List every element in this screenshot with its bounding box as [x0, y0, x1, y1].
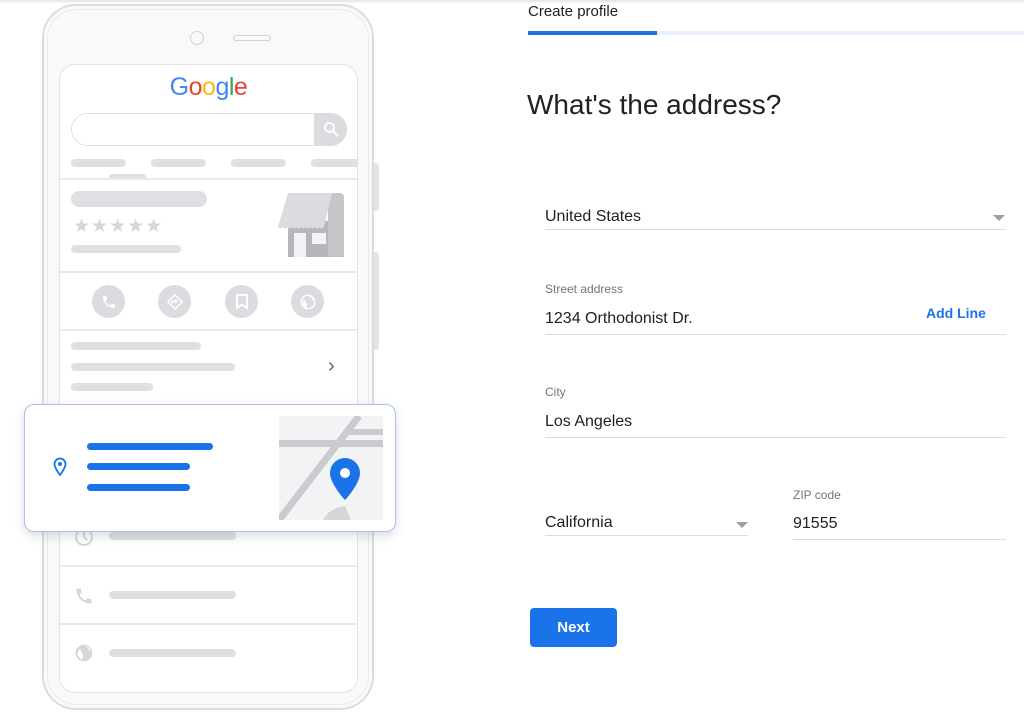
country-select[interactable]: United States — [545, 200, 1006, 230]
phone-speaker — [233, 35, 271, 41]
address-line-placeholder — [87, 443, 213, 450]
google-logo: Google — [60, 73, 357, 102]
street-address-value: 1234 Orthodonist Dr. — [545, 310, 693, 327]
progress-bar — [528, 31, 1024, 35]
city-value: Los Angeles — [545, 413, 633, 430]
top-shadow — [0, 0, 1024, 4]
hours-placeholder — [109, 532, 236, 540]
street-address-label: Street address — [545, 282, 624, 296]
phone-icon — [92, 285, 125, 318]
state-select[interactable]: California — [545, 508, 748, 536]
state-value: California — [545, 514, 613, 531]
info-placeholder — [71, 383, 153, 391]
next-button[interactable]: Next — [530, 608, 617, 647]
phone-screen: Google ★★★★★ › — [59, 64, 358, 693]
logo-letter: o — [188, 73, 203, 101]
page-title: What's the address? — [527, 89, 782, 120]
tab-placeholder — [311, 159, 357, 167]
logo-letter: G — [169, 73, 189, 101]
search-bar-illustration — [71, 112, 347, 146]
address-line-placeholder — [87, 484, 190, 491]
city-input[interactable]: Los Angeles — [545, 404, 1006, 438]
address-card-illustration — [24, 404, 396, 532]
dropdown-arrow-icon — [993, 215, 1005, 221]
zip-code-label: ZIP code — [793, 488, 841, 502]
business-type-placeholder — [71, 245, 181, 253]
divider — [60, 178, 357, 180]
zip-code-value: 91555 — [793, 515, 838, 532]
divider — [60, 329, 357, 331]
address-line-placeholder — [87, 463, 190, 470]
add-line-button[interactable]: Add Line — [926, 305, 986, 321]
phone-placeholder — [109, 591, 236, 599]
directions-icon — [158, 285, 191, 318]
tab-placeholder — [231, 159, 286, 167]
tab-placeholder — [71, 159, 126, 167]
store-icon — [278, 193, 344, 257]
progress-bar-fill — [528, 31, 657, 35]
logo-letter: g — [215, 73, 229, 101]
chevron-right-icon: › — [328, 355, 335, 377]
globe-icon — [291, 285, 324, 318]
logo-letter: o — [202, 73, 216, 101]
map-pin-icon — [330, 458, 360, 500]
globe-icon — [75, 644, 93, 662]
info-placeholder — [71, 342, 201, 350]
location-pin-icon — [53, 457, 67, 477]
phone-icon — [76, 588, 92, 604]
website-placeholder — [109, 649, 236, 657]
map-thumbnail — [279, 416, 383, 520]
rating-stars: ★★★★★ — [73, 216, 164, 237]
business-name-placeholder — [71, 191, 207, 207]
search-icon — [314, 112, 347, 146]
country-value: United States — [545, 208, 642, 225]
bookmark-icon — [225, 285, 258, 318]
zip-code-input[interactable]: 91555 — [793, 508, 1006, 540]
tab-placeholder — [151, 159, 206, 167]
dropdown-arrow-icon — [736, 522, 748, 528]
phone-volume-button — [374, 252, 379, 350]
phone-camera — [190, 31, 204, 45]
divider — [60, 565, 357, 567]
logo-letter: e — [233, 73, 248, 101]
page-header-title: Create profile — [528, 3, 619, 20]
info-placeholder — [71, 363, 235, 371]
city-label: City — [545, 385, 566, 399]
divider — [60, 271, 357, 273]
phone-side-button — [374, 163, 379, 211]
divider — [60, 623, 357, 625]
